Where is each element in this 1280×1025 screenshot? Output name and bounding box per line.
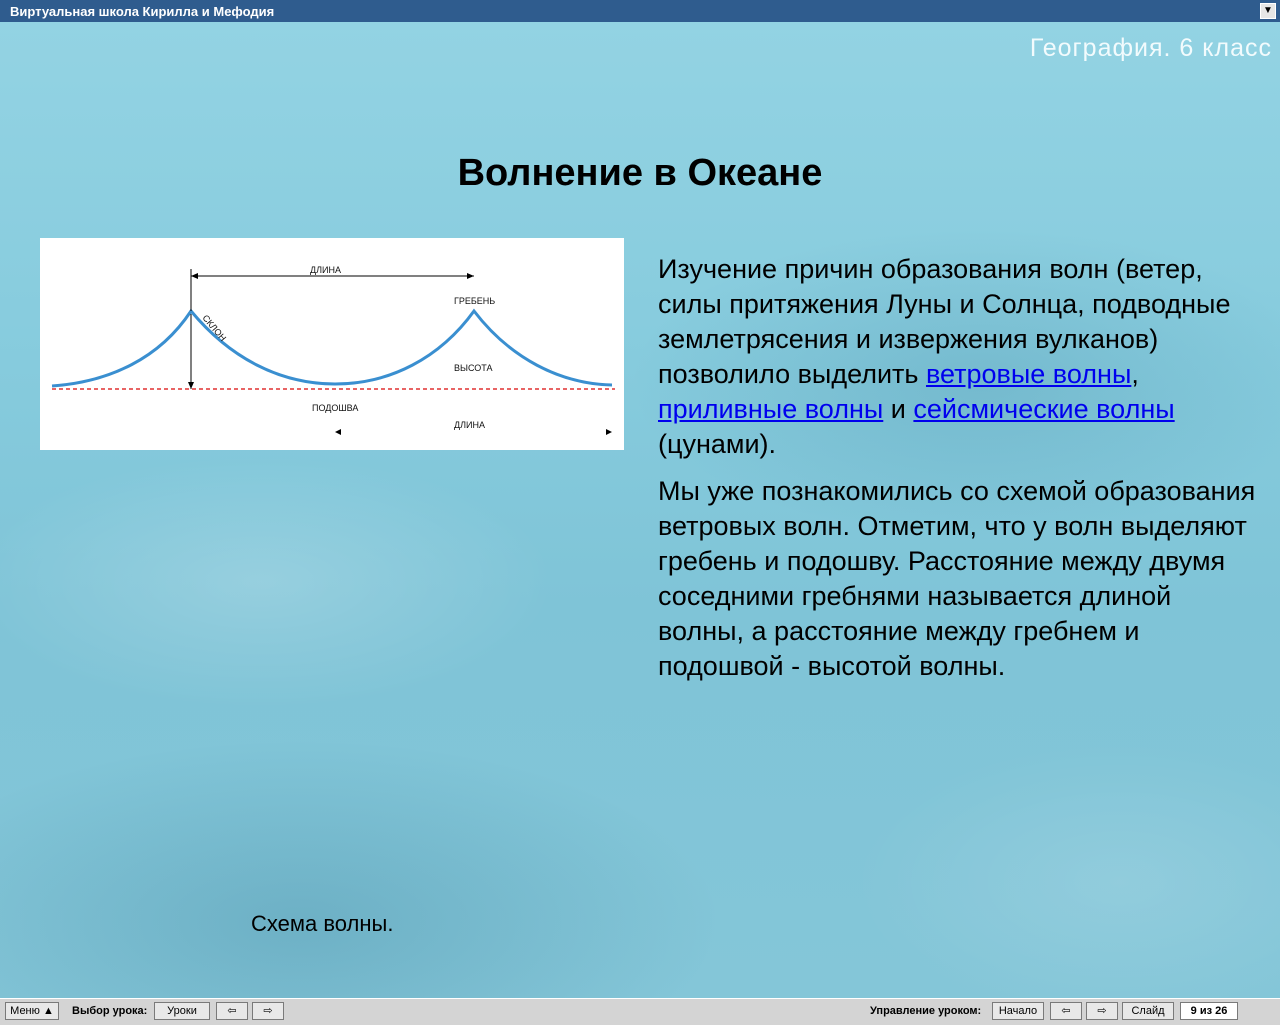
slide-stage: География. 6 класс Волнение в Океане ДЛИ… — [0, 22, 1280, 998]
label-crest: ГРЕБЕНЬ — [454, 296, 495, 306]
paragraph-intro: Изучение причин образования волн (ветер,… — [658, 252, 1258, 462]
lessons-button[interactable]: Уроки — [154, 1002, 210, 1020]
next-slide-button[interactable]: ⇨ — [1086, 1002, 1118, 1020]
prev-slide-button[interactable]: ⇦ — [1050, 1002, 1082, 1020]
lesson-choice-label: Выбор урока: — [72, 1005, 148, 1017]
page-title: Волнение в Океане — [457, 152, 823, 194]
arrow-left-icon: ⇦ — [1061, 1005, 1071, 1017]
prev-lesson-button[interactable]: ⇦ — [216, 1002, 248, 1020]
arrowhead-down — [188, 382, 194, 389]
window-titlebar: Виртуальная школа Кирилла и Мефодия ▼ — [0, 0, 1280, 22]
separator-comma: , — [1131, 359, 1139, 389]
arrowhead-left — [191, 273, 198, 279]
arrow-right-icon: ⇨ — [1097, 1005, 1107, 1017]
arrowhead-bottom-left — [335, 429, 341, 435]
next-lesson-button[interactable]: ⇨ — [252, 1002, 284, 1020]
arrowhead-right — [467, 273, 474, 279]
paragraph-explanation: Мы уже познакомились со схемой образован… — [658, 476, 1256, 681]
link-seismic-waves[interactable]: сейсмические волны — [913, 394, 1174, 424]
window-dropdown-button[interactable]: ▼ — [1260, 3, 1276, 19]
wave-profile — [51, 308, 613, 388]
label-height: ВЫСОТА — [454, 363, 492, 373]
menu-button[interactable]: Меню ▲ — [5, 1002, 59, 1020]
label-trough: ПОДОШВА — [312, 403, 358, 413]
arrow-left-icon: ⇦ — [227, 1005, 237, 1017]
slide-button[interactable]: Слайд — [1122, 1002, 1174, 1020]
chevron-down-icon: ▼ — [1263, 5, 1273, 16]
paragraph-intro-tail: (цунами). — [658, 429, 777, 459]
app-title: Виртуальная школа Кирилла и Мефодия — [10, 3, 275, 19]
triangle-up-icon: ▲ — [42, 1005, 54, 1017]
diagram-caption: Схема волны. — [251, 911, 394, 936]
start-button[interactable]: Начало — [992, 1002, 1044, 1020]
lesson-text: Изучение причин образования волн (ветер,… — [658, 252, 1258, 696]
subject-label: География. 6 класс — [1029, 34, 1272, 62]
link-tidal-waves[interactable]: приливные волны — [658, 394, 883, 424]
lesson-control-label: Управление уроком: — [870, 1005, 982, 1017]
wave-diagram: ДЛИНА ГРЕБЕНЬ СКЛОН ВЫСОТА ПОДОШВА ДЛИНА — [40, 238, 624, 450]
separator-and: и — [883, 394, 906, 424]
wave-diagram-svg: ДЛИНА ГРЕБЕНЬ СКЛОН ВЫСОТА ПОДОШВА ДЛИНА — [51, 265, 615, 435]
link-wind-waves[interactable]: ветровые волны — [926, 359, 1131, 389]
label-length-top: ДЛИНА — [310, 265, 341, 275]
slide-counter: 9 из 26 — [1180, 1002, 1238, 1020]
arrowhead-bottom-right — [606, 429, 612, 435]
bottom-toolbar: Меню ▲ Выбор урока: Уроки ⇦ ⇨ Управление… — [0, 998, 1280, 1025]
menu-button-label: Меню — [10, 1005, 40, 1017]
label-length-bottom: ДЛИНА — [454, 420, 485, 430]
arrow-right-icon: ⇨ — [263, 1005, 273, 1017]
